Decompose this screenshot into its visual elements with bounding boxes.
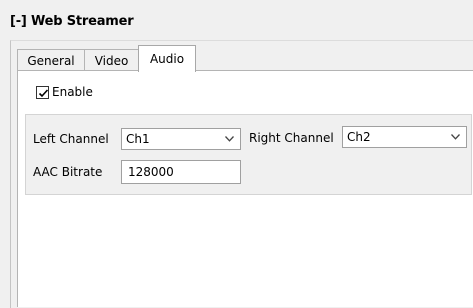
check-icon [38,88,49,97]
tab-video[interactable]: Video [85,49,139,71]
enable-label: Enable [52,85,93,99]
right-channel-select[interactable]: Ch2 [342,126,467,148]
tab-audio[interactable]: Audio [138,45,196,72]
enable-checkbox[interactable] [36,85,49,99]
channel-settings-group: Left Channel Ch1 Right Channel Ch2 AAC B… [25,114,472,195]
enable-checkbox-row[interactable]: Enable [36,84,93,100]
aac-bitrate-label: AAC Bitrate [33,165,103,179]
left-channel-value: Ch1 [126,132,150,146]
right-channel-value: Ch2 [347,130,371,144]
left-channel-label: Left Channel [33,132,109,146]
right-channel-label: Right Channel [249,131,334,145]
chevron-down-icon [451,134,460,140]
left-channel-select[interactable]: Ch1 [121,128,241,150]
tab-general[interactable]: General [17,49,85,71]
aac-bitrate-input[interactable]: 128000 [121,160,241,184]
chevron-down-icon [225,136,234,142]
panel-title[interactable]: [-] Web Streamer [10,14,134,29]
